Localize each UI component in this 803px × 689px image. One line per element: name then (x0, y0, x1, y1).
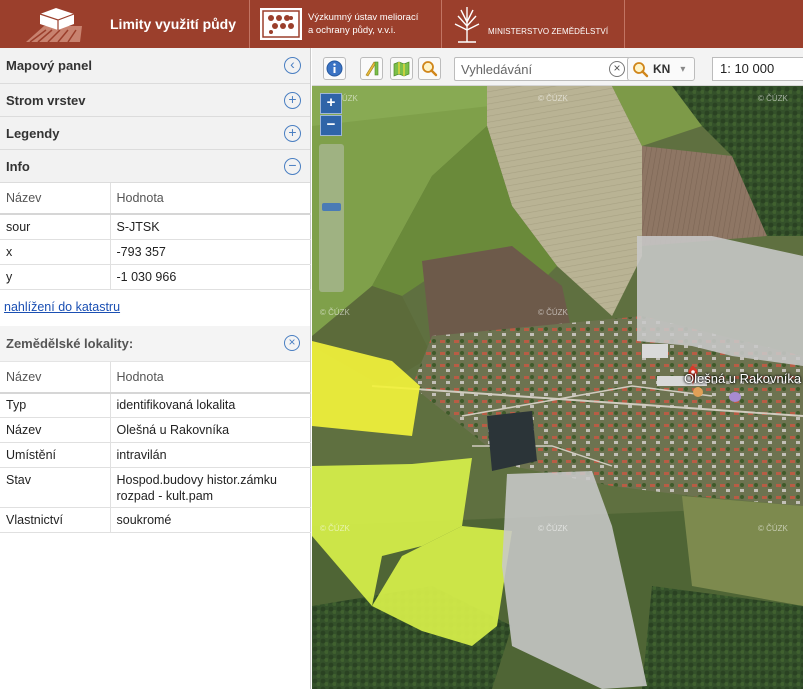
ministry-tree-icon (454, 7, 480, 43)
vumop-line1: Výzkumný ústav meliorací (308, 12, 419, 23)
cell-name: Typ (0, 392, 111, 418)
measure-tool-button[interactable] (360, 57, 383, 80)
info-tool-button[interactable] (323, 57, 346, 80)
magnifier-icon (633, 61, 649, 77)
layer-select-value: KN (653, 62, 671, 76)
place-label: Olešná u Rakovníka (684, 371, 802, 386)
map-print-button[interactable] (390, 57, 413, 80)
info-icon (326, 60, 343, 77)
watermark: © ČÚZK (538, 308, 568, 317)
cell-value: soukromé (110, 507, 311, 533)
table-row: Název Olešná u Rakovníka (0, 417, 311, 443)
collapse-minus-icon[interactable]: − (284, 157, 301, 175)
cell-name: Název (0, 417, 111, 443)
panel-label: Mapový panel (6, 58, 92, 73)
zoom-slider[interactable] (319, 144, 344, 292)
table-row: Typ identifikovaná lokalita (0, 392, 311, 418)
cell-name: x (0, 239, 111, 265)
col-header-name: Název (0, 361, 111, 394)
col-header-value: Hodnota (110, 183, 311, 215)
localities-title: Zemědělské lokality: (6, 335, 134, 351)
place-marker (693, 387, 703, 397)
cell-name: Stav (0, 467, 111, 508)
panel-info[interactable]: Info − (0, 150, 310, 183)
watermark: © ČÚZK (538, 94, 568, 103)
panel-label: Legendy (6, 125, 60, 141)
cell-value: S-JTSK (110, 214, 311, 240)
cell-value: identifikovaná lokalita (110, 392, 311, 418)
vumop-line2: a ochrany půdy, v.v.i. (308, 25, 396, 36)
cell-name: Vlastnictví (0, 507, 111, 533)
left-panel: Mapový panel ‹ Strom vrstev + Legendy + … (0, 48, 311, 689)
watermark: © ČÚZK (758, 524, 788, 533)
col-header-value: Hodnota (110, 361, 311, 394)
vumop-text: Výzkumný ústav meliorací a ochrany půdy,… (308, 11, 418, 37)
table-header-row: Název Hodnota (0, 361, 311, 394)
expand-plus-icon[interactable]: + (284, 91, 301, 109)
app-title: Limity využití půdy (110, 16, 237, 32)
zoom-search-button[interactable] (418, 57, 441, 80)
cell-value: -1 030 966 (110, 264, 311, 290)
table-row: x -793 357 (0, 239, 311, 265)
cell-value: Hospod.budovy histor.zámku rozpad - kult… (110, 467, 311, 508)
app-branding[interactable]: Limity využití půdy (0, 0, 250, 48)
aerial-map (312, 86, 803, 689)
header-filler (625, 0, 803, 48)
cell-value: Olešná u Rakovníka (110, 417, 311, 443)
table-row: Vlastnictví soukromé (0, 507, 311, 533)
app-header: Limity využití půdy Výzkumný ústav melio… (0, 0, 803, 48)
cadastre-link[interactable]: nahlížení do katastru (0, 290, 310, 326)
collapse-left-icon[interactable]: ‹ (284, 57, 301, 74)
search-input[interactable] (455, 58, 595, 80)
magnifier-icon (422, 61, 438, 77)
zoom-out-button[interactable]: − (320, 115, 342, 136)
table-row: Umístění intravilán (0, 442, 311, 468)
ministry-branding[interactable]: MINISTERSTVO ZEMĚDĚLSTVÍ (442, 0, 625, 48)
localities-header: Zemědělské lokality: × (0, 325, 310, 362)
table-header-row: Název Hodnota (0, 183, 311, 215)
search-box: × (454, 57, 630, 81)
table-row: sour S-JTSK (0, 214, 311, 240)
zoom-slider-thumb[interactable] (322, 203, 341, 211)
info-table: Název Hodnota sour S-JTSK x -793 357 y -… (0, 183, 311, 290)
close-icon[interactable]: × (284, 335, 300, 351)
col-header-name: Název (0, 183, 111, 215)
panel-legendy[interactable]: Legendy + (0, 117, 310, 150)
map-toolbar: × KN ▾ 1: 10 000 (312, 48, 803, 86)
ministry-text: MINISTERSTVO ZEMĚDĚLSTVÍ (488, 26, 609, 36)
cell-value: intravilán (110, 442, 311, 468)
chevron-down-icon: ▾ (680, 63, 686, 75)
table-row: y -1 030 966 (0, 264, 311, 290)
cell-name: sour (0, 214, 111, 240)
cell-name: y (0, 264, 111, 290)
cell-value: -793 357 (110, 239, 311, 265)
panel-strom-vrstev[interactable]: Strom vrstev + (0, 84, 310, 117)
watermark: © ČÚZK (758, 94, 788, 103)
ruler-pencil-icon (365, 61, 379, 77)
cell-name: Umístění (0, 442, 111, 468)
localities-table: Název Hodnota Typ identifikovaná lokalit… (0, 361, 311, 533)
zoom-in-button[interactable]: + (320, 93, 342, 114)
clear-search-icon[interactable]: × (609, 61, 625, 77)
map-icon (393, 61, 410, 77)
panel-label: Info (6, 158, 30, 174)
watermark: © ČÚZK (538, 524, 568, 533)
expand-plus-icon[interactable]: + (284, 124, 301, 142)
layer-select[interactable]: KN ▾ (627, 57, 695, 81)
watermark: © ČÚZK (320, 308, 350, 317)
app-logo-icon (26, 8, 82, 43)
table-row: Stav Hospod.budovy histor.zámku rozpad -… (0, 467, 311, 508)
watermark: © ČÚZK (320, 524, 350, 533)
vumop-logo-icon (260, 8, 302, 40)
panel-mapovy-panel[interactable]: Mapový panel ‹ (0, 48, 310, 84)
panel-label: Strom vrstev (6, 92, 86, 108)
scale-input[interactable]: 1: 10 000 (712, 57, 803, 81)
zoom-controls: + − (320, 93, 342, 136)
vumop-branding[interactable]: Výzkumný ústav meliorací a ochrany půdy,… (250, 0, 442, 48)
map-view[interactable]: Olešná u Rakovníka © ČÚZK © ČÚZK © ČÚZK … (312, 86, 803, 689)
